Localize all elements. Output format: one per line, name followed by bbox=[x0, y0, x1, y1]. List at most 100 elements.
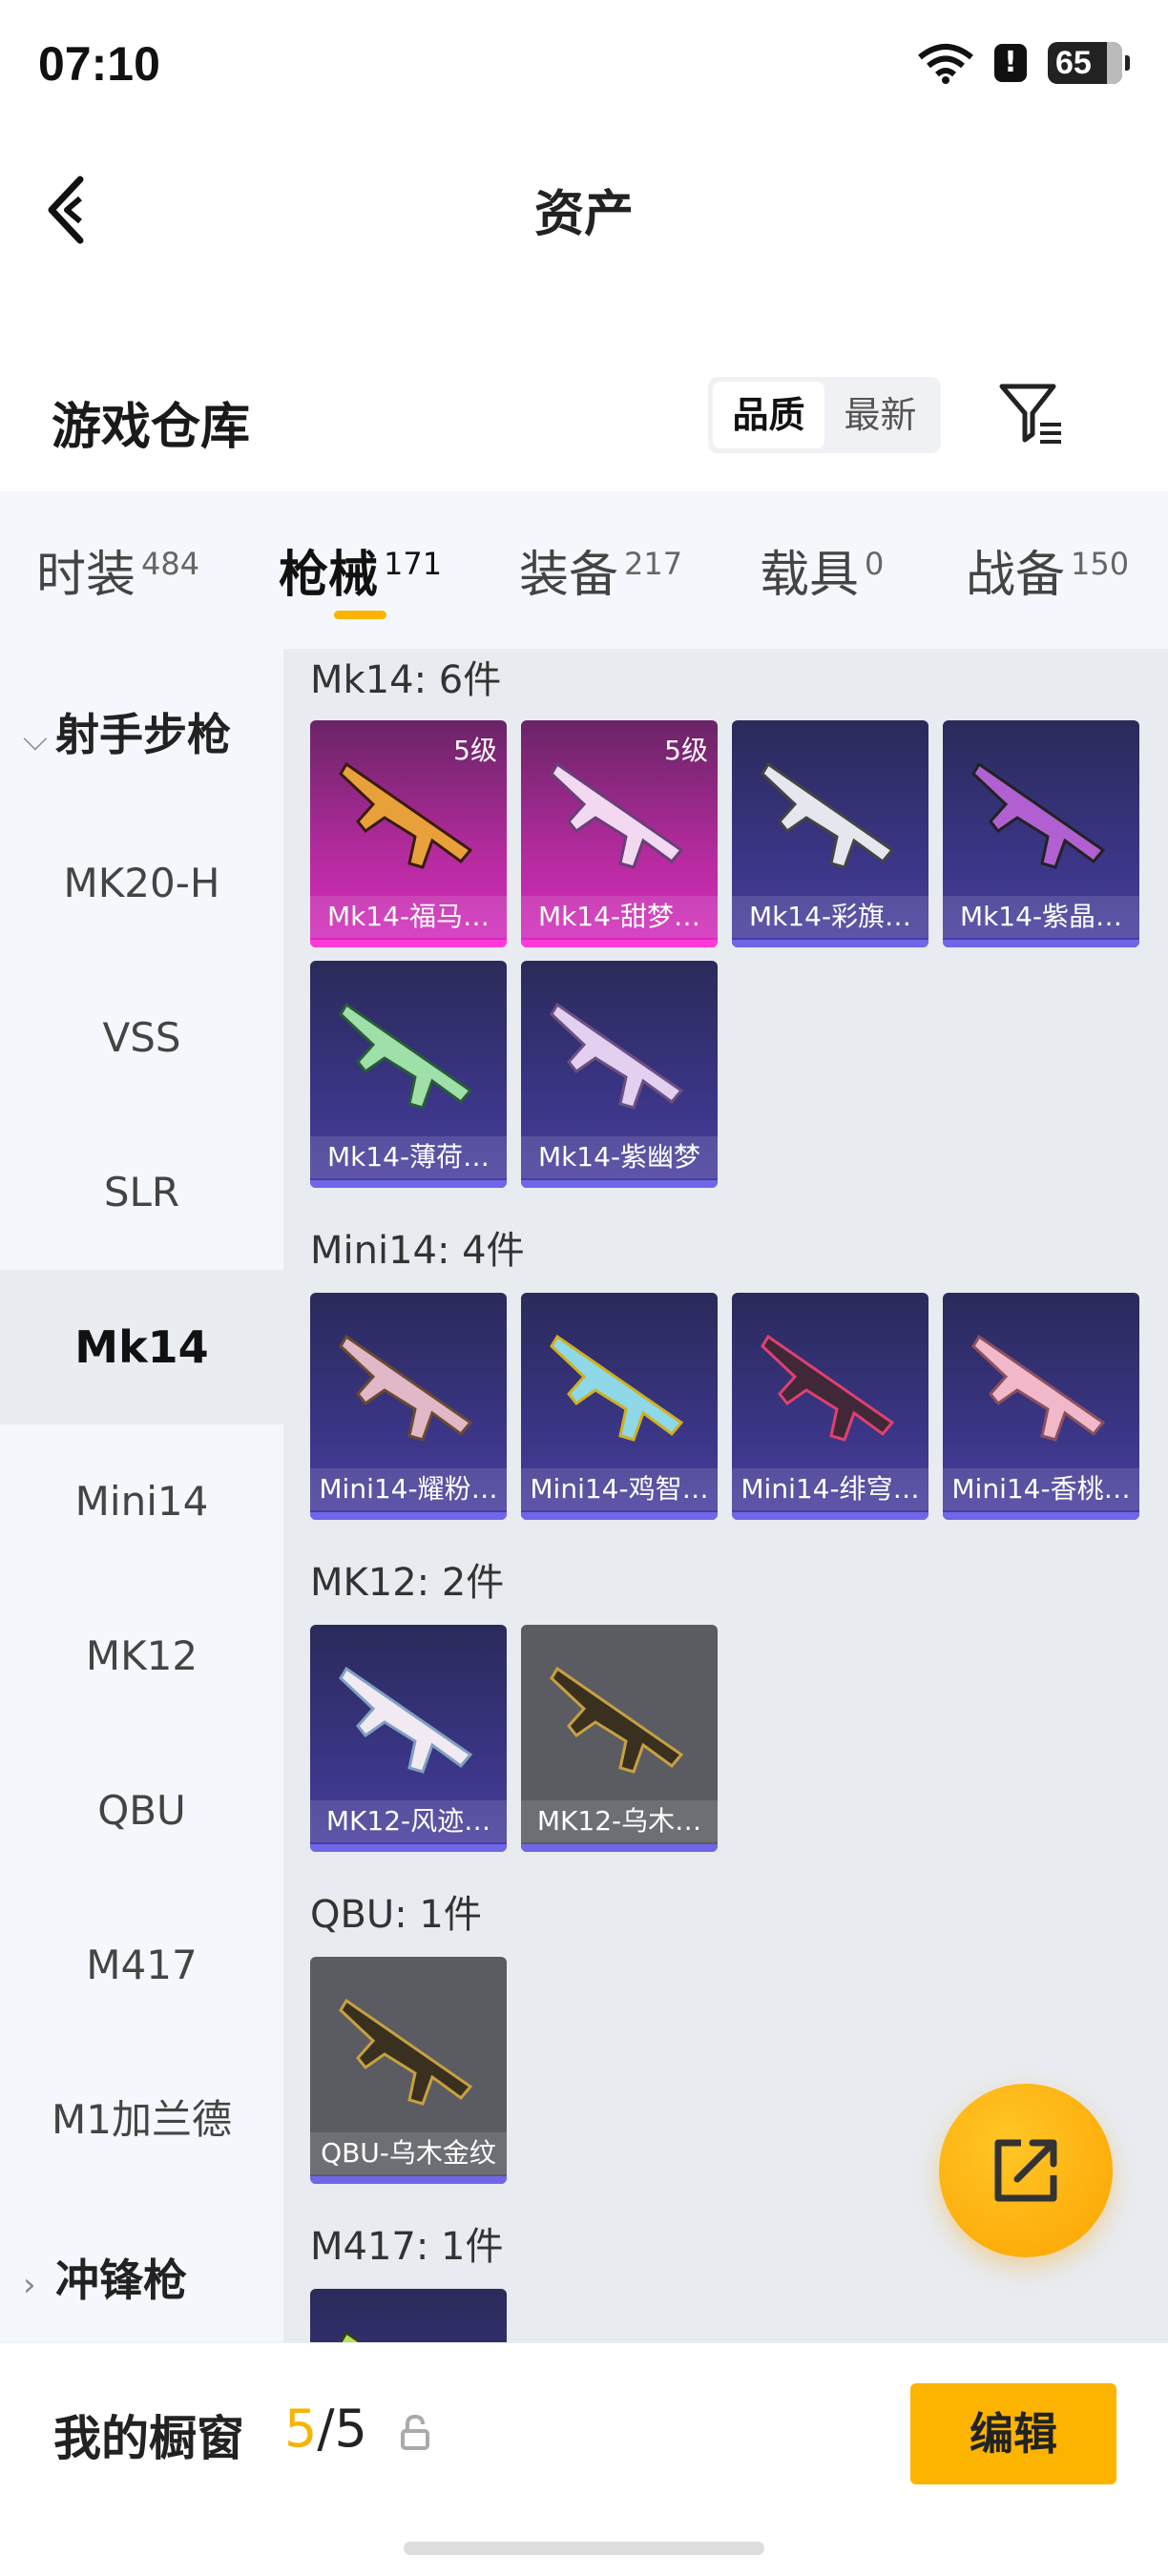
rifle-icon bbox=[339, 1334, 473, 1442]
weapon-name: Mk14-甜梦… bbox=[521, 896, 718, 938]
sidebar-item-mk20h[interactable]: MK20-H bbox=[0, 806, 283, 961]
weapon-card[interactable]: Mini14-鸡智… bbox=[521, 1293, 718, 1520]
sidebar-category-label: 冲锋枪 bbox=[55, 2254, 187, 2306]
tab-label: 战备 bbox=[966, 547, 1066, 604]
rifle-icon bbox=[339, 1998, 473, 2106]
rarity-bar bbox=[943, 940, 1139, 947]
tab-label: 枪械 bbox=[279, 547, 379, 604]
weapon-name: MK12-乌木… bbox=[521, 1800, 718, 1842]
edit-button[interactable]: 编辑 bbox=[910, 2383, 1116, 2484]
sidebar-item-m417[interactable]: M417 bbox=[0, 1888, 283, 2043]
tab-guns[interactable]: 枪械 171 bbox=[279, 534, 442, 606]
rarity-bar bbox=[310, 1180, 507, 1188]
external-link-icon bbox=[994, 2139, 1057, 2202]
showcase-total: /5 bbox=[317, 2399, 367, 2459]
weapon-card[interactable]: QBU-乌木金纹 bbox=[310, 1957, 507, 2184]
group-title-qbu: QBU: 1件 bbox=[310, 1893, 482, 1937]
weapon-name: MK12-风迹… bbox=[310, 1800, 507, 1842]
rifle-icon bbox=[761, 761, 895, 869]
battery-icon: 65 bbox=[1048, 42, 1130, 84]
tab-count: 171 bbox=[384, 545, 443, 582]
tab-count: 150 bbox=[1071, 545, 1130, 582]
sidebar-category-smg[interactable]: › 冲锋枪 bbox=[23, 2246, 187, 2309]
group-title-mk14: Mk14: 6件 bbox=[310, 658, 502, 702]
weapon-card[interactable]: 5级 Mk14-甜梦… bbox=[521, 720, 718, 947]
rarity-bar bbox=[310, 940, 507, 947]
rarity-bar bbox=[521, 1512, 718, 1520]
chevron-right-icon: › bbox=[23, 2266, 36, 2304]
tab-equipment[interactable]: 装备 217 bbox=[519, 534, 682, 606]
showcase-bar: 我的橱窗 5/5 编辑 bbox=[0, 2342, 1168, 2576]
filter-icon[interactable] bbox=[998, 381, 1065, 449]
rifle-icon bbox=[339, 1666, 473, 1774]
group-title-m417: M417: 1件 bbox=[310, 2225, 504, 2269]
status-bar: 07:10 ! 65 bbox=[0, 0, 1168, 134]
tab-label: 载具 bbox=[760, 547, 860, 604]
rifle-icon bbox=[971, 1334, 1106, 1442]
weapon-name: Mini14-绯穹… bbox=[732, 1468, 928, 1510]
sidebar-item-mini14[interactable]: Mini14 bbox=[0, 1424, 283, 1579]
sort-toggle: 品质 最新 bbox=[708, 377, 941, 453]
group-title-mk12: MK12: 2件 bbox=[310, 1561, 505, 1605]
rarity-bar bbox=[310, 2176, 507, 2184]
showcase-count: 5/5 bbox=[284, 2399, 367, 2459]
tab-vehicles[interactable]: 载具 0 bbox=[760, 534, 884, 606]
alert-icon: ! bbox=[994, 44, 1027, 82]
tab-label: 时装 bbox=[36, 547, 136, 604]
rifle-icon bbox=[339, 761, 473, 869]
tab-supplies[interactable]: 战备 150 bbox=[966, 534, 1129, 606]
weapon-card[interactable]: Mini14-绯穹… bbox=[732, 1293, 928, 1520]
page-title: 资产 bbox=[533, 186, 634, 243]
weapon-name: Mini14-香桃… bbox=[943, 1468, 1139, 1510]
battery-empty-portion bbox=[1107, 42, 1122, 84]
rarity-bar bbox=[310, 1844, 507, 1852]
rarity-bar bbox=[310, 1512, 507, 1520]
rarity-bar bbox=[521, 1180, 718, 1188]
weapon-card-partial[interactable] bbox=[310, 2289, 507, 2342]
share-button[interactable] bbox=[939, 2084, 1113, 2257]
warehouse-title: 游戏仓库 bbox=[52, 399, 251, 456]
sidebar-category-label: 射手步枪 bbox=[55, 709, 231, 760]
sidebar-item-vss[interactable]: VSS bbox=[0, 961, 283, 1115]
rarity-bar bbox=[521, 1844, 718, 1852]
tab-fashion[interactable]: 时装 484 bbox=[36, 534, 199, 606]
battery-level: 65 bbox=[1055, 45, 1092, 81]
rifle-icon bbox=[761, 1334, 895, 1442]
rifle-icon bbox=[550, 1334, 684, 1442]
weapon-name: Mk14-福马… bbox=[310, 896, 507, 938]
sidebar-category-marksman[interactable]: ⌵ 射手步枪 bbox=[23, 700, 231, 763]
sidebar-item-qbu[interactable]: QBU bbox=[0, 1734, 283, 1888]
sort-latest-button[interactable]: 最新 bbox=[824, 382, 936, 448]
sort-quality-button[interactable]: 品质 bbox=[713, 382, 824, 448]
weapon-card[interactable]: 5级 Mk14-福马… bbox=[310, 720, 507, 947]
sidebar-item-mk12[interactable]: MK12 bbox=[0, 1579, 283, 1734]
weapon-card[interactable]: Mk14-紫晶… bbox=[943, 720, 1139, 947]
sidebar-item-slr[interactable]: SLR bbox=[0, 1115, 283, 1270]
showcase-label: 我的橱窗 bbox=[53, 2411, 244, 2466]
rifle-icon bbox=[550, 1666, 684, 1774]
chevron-down-icon: ⌵ bbox=[23, 720, 48, 758]
app-screen: 07:10 ! 65 资产 游戏仓库 品质 最新 时装 484 枪械 171 装… bbox=[0, 0, 1168, 2576]
weapon-card[interactable]: Mk14-彩旗… bbox=[732, 720, 928, 947]
weapon-name: Mini14-鸡智… bbox=[521, 1468, 718, 1510]
rarity-bar bbox=[732, 1512, 928, 1520]
warehouse-header: 游戏仓库 品质 最新 bbox=[0, 367, 1168, 472]
weapon-name: Mk14-紫幽梦 bbox=[521, 1136, 718, 1178]
tab-label: 装备 bbox=[519, 547, 619, 604]
rarity-bar bbox=[943, 1512, 1139, 1520]
sidebar-item-m1-garand[interactable]: M1加兰德 bbox=[0, 2043, 283, 2197]
active-tab-indicator bbox=[334, 611, 386, 619]
weapon-name: Mk14-薄荷… bbox=[310, 1136, 507, 1178]
rifle-icon bbox=[550, 761, 684, 869]
rifle-icon bbox=[339, 2330, 364, 2342]
weapon-name: QBU-乌木金纹 bbox=[310, 2132, 507, 2174]
rifle-icon bbox=[339, 1002, 473, 1110]
weapon-card[interactable]: Mini14-香桃… bbox=[943, 1293, 1139, 1520]
home-indicator bbox=[404, 2542, 764, 2555]
weapon-card[interactable]: Mk14-薄荷… bbox=[310, 961, 507, 1188]
weapon-card[interactable]: Mini14-耀粉… bbox=[310, 1293, 507, 1520]
sidebar-item-mk14[interactable]: Mk14 bbox=[0, 1270, 283, 1424]
weapon-card[interactable]: MK12-风迹… bbox=[310, 1625, 507, 1852]
weapon-card[interactable]: MK12-乌木… bbox=[521, 1625, 718, 1852]
weapon-card[interactable]: Mk14-紫幽梦 bbox=[521, 961, 718, 1188]
